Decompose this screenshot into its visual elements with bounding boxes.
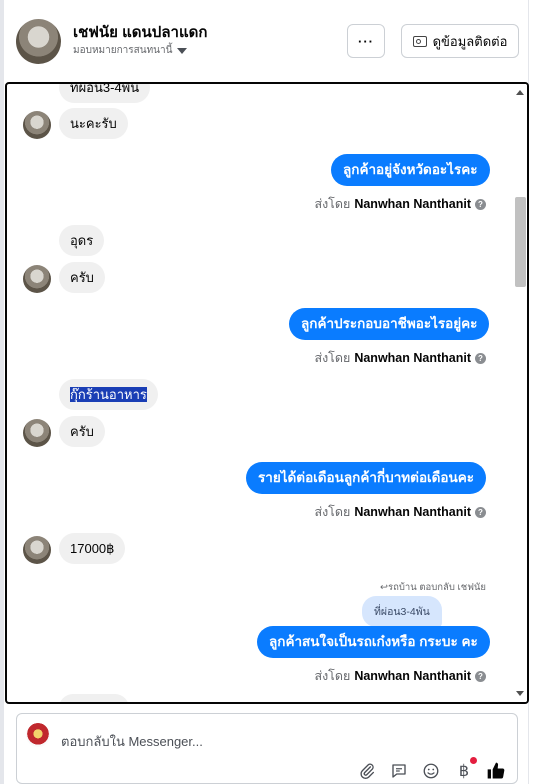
view-contact-info-label: ดูข้อมูลติดต่อ xyxy=(432,33,508,49)
reply-composer[interactable]: ตอบกลับใน Messenger... ฿ xyxy=(16,713,518,784)
view-contact-info-button[interactable]: ดูข้อมูลติดต่อ xyxy=(401,24,519,58)
thread-scrollbar[interactable] xyxy=(512,84,527,702)
help-icon[interactable]: ? xyxy=(475,198,486,210)
caret-down-icon xyxy=(177,47,188,54)
assign-conversation-dropdown[interactable]: มอบหมายการสนทนานี้ xyxy=(73,43,188,58)
notification-dot xyxy=(470,757,477,764)
sent-by-label: ส่งโดย Nanwhan Nanthanit ? xyxy=(314,348,486,368)
quoted-message[interactable]: ที่ผ่อน3-4พัน xyxy=(362,596,442,627)
sent-by-agent: Nanwhan Nanthanit xyxy=(354,505,471,519)
scroll-thumb[interactable] xyxy=(515,197,526,287)
incoming-message: ที่ผ่อน3-4พัน xyxy=(59,84,151,103)
contact-avatar-small xyxy=(23,419,51,447)
emoji-icon[interactable] xyxy=(421,761,441,781)
selected-text: กุ๊กร้านอาหาร xyxy=(70,387,147,402)
thumbs-up-icon[interactable] xyxy=(486,761,506,781)
help-icon[interactable]: ? xyxy=(475,506,486,518)
incoming-message: 17000฿ xyxy=(59,533,126,564)
help-icon[interactable]: ? xyxy=(475,352,486,364)
payment-baht-icon[interactable]: ฿ xyxy=(454,761,474,781)
incoming-message: ครับ xyxy=(59,262,105,293)
outgoing-message: รายได้ต่อเดือนลูกค้ากี่บาทต่อเดือนคะ xyxy=(246,462,487,494)
sent-by-prefix: ส่งโดย xyxy=(314,669,351,683)
outgoing-message: ลูกค้าประกอบอาชีพอะไรอยู่คะ xyxy=(289,308,490,340)
more-options-button[interactable]: ··· xyxy=(347,24,385,58)
outgoing-message: ลูกค้าสนใจเป็นรถเก๋งหรือ กระบะ คะ xyxy=(257,626,490,658)
page-avatar xyxy=(26,723,50,747)
incoming-message: ครับ xyxy=(59,416,105,447)
sent-by-prefix: ส่งโดย xyxy=(314,197,351,211)
sent-by-agent: Nanwhan Nanthanit xyxy=(354,351,471,365)
contact-card-icon xyxy=(412,35,427,47)
sent-by-label: ส่งโดย Nanwhan Nanthanit ? xyxy=(314,194,486,214)
left-edge-strip xyxy=(0,0,4,784)
sent-by-label: ส่งโดย Nanwhan Nanthanit ? xyxy=(314,502,486,522)
assign-label: มอบหมายการสนทนานี้ xyxy=(73,45,173,56)
incoming-message: นะคะรับ xyxy=(59,108,128,139)
contact-avatar-small xyxy=(23,265,51,293)
attachment-icon[interactable] xyxy=(357,761,377,781)
help-icon[interactable]: ? xyxy=(475,670,486,682)
message-thread[interactable]: ที่ผ่อน3-4พัน นะคะรับ ลูกค้าอยู่จังหวัดอ… xyxy=(5,82,529,704)
incoming-message-partial xyxy=(59,694,129,702)
right-gutter xyxy=(528,0,545,784)
contact-avatar-small xyxy=(23,111,51,139)
contact-avatar[interactable] xyxy=(16,19,61,64)
sent-by-prefix: ส่งโดย xyxy=(314,351,351,365)
sent-by-prefix: ส่งโดย xyxy=(314,505,351,519)
sent-by-agent: Nanwhan Nanthanit xyxy=(354,669,471,683)
incoming-message: กุ๊กร้านอาหาร xyxy=(59,379,158,410)
contact-name[interactable]: เชฟนัย แดนปลาแดก xyxy=(73,20,207,44)
outgoing-message: ลูกค้าอยู่จังหวัดอะไรคะ xyxy=(331,154,490,186)
conversation-header: เชฟนัย แดนปลาแดก มอบหมายการสนทนานี้ ··· … xyxy=(4,0,528,82)
saved-reply-icon[interactable] xyxy=(389,761,409,781)
contact-avatar-small xyxy=(23,536,51,564)
reply-input[interactable]: ตอบกลับใน Messenger... xyxy=(61,731,203,752)
scroll-down-arrow-icon[interactable] xyxy=(516,691,524,696)
incoming-message: อุดร xyxy=(59,225,105,256)
scroll-up-arrow-icon[interactable] xyxy=(516,90,524,95)
baht-symbol: ฿ xyxy=(458,763,470,780)
sent-by-agent: Nanwhan Nanthanit xyxy=(354,197,471,211)
reply-context-label: ↩รถบ้าน ตอบกลับ เชฟนัย xyxy=(380,582,486,593)
sent-by-label: ส่งโดย Nanwhan Nanthanit ? xyxy=(314,666,486,686)
